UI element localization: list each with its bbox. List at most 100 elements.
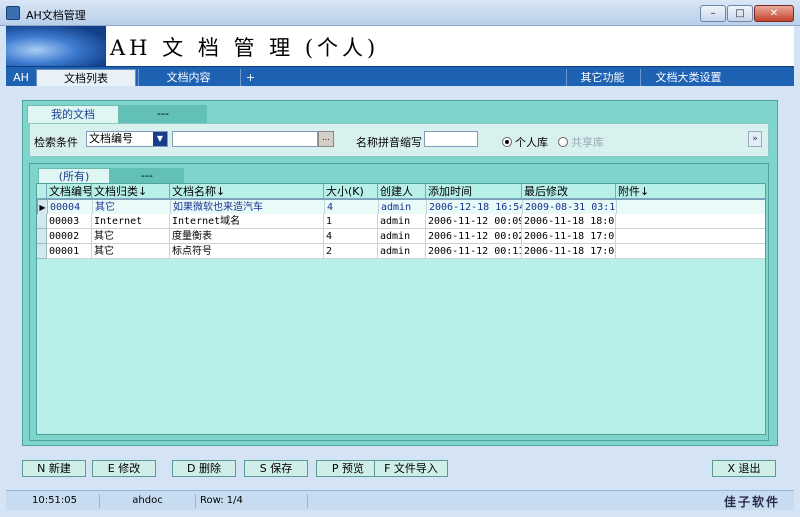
maximize-button[interactable]: □ — [727, 5, 753, 22]
row-indicator — [37, 244, 47, 259]
tab-add[interactable]: + — [240, 69, 260, 86]
header-modified[interactable]: 最后修改 — [522, 184, 616, 199]
action-bar: N 新建 E 修改 D 删除 S 保存 P 预览 F 文件导入 X 退出 — [6, 456, 794, 484]
window-controls: – □ ✕ — [700, 5, 794, 22]
tab-doc-categories[interactable]: 文档大类设置 — [640, 69, 736, 86]
save-button[interactable]: S 保存 — [244, 460, 308, 477]
cell-creator: admin — [378, 214, 426, 229]
cell-name: Internet域名 — [170, 214, 324, 229]
table-row[interactable]: ▶ 00004 其它 如果微软也来造汽车 4 admin 2006-12-18 … — [37, 199, 765, 215]
cell-size: 2 — [324, 244, 378, 259]
cell-category: 其它 — [93, 200, 171, 215]
title-bar: AH文档管理 – □ ✕ — [0, 0, 800, 26]
table-row[interactable]: 00001 其它 标点符号 2 admin 2006-11-12 00:11 2… — [37, 244, 765, 259]
cell-added: 2006-11-12 00:02 — [426, 229, 522, 244]
new-button[interactable]: N 新建 — [22, 460, 86, 477]
cell-attachment — [616, 229, 765, 244]
tab-grid-other[interactable]: --- — [110, 168, 184, 183]
import-button[interactable]: F 文件导入 — [374, 460, 448, 477]
banner-logo — [6, 26, 106, 66]
cell-creator: admin — [378, 229, 426, 244]
cell-attachment — [616, 214, 765, 229]
main-area: 我的文档 --- 检索条件 文档编号 ▼ ... 名称拼音缩写 个人库 共享库 … — [6, 86, 794, 456]
keyword-input[interactable] — [172, 131, 318, 147]
radio-selected-icon — [502, 137, 512, 147]
header-name[interactable]: 文档名称↓ — [170, 184, 324, 199]
header-attachment[interactable]: 附件↓ — [616, 184, 765, 199]
radio-shared-label: 共享库 — [571, 136, 604, 149]
app-banner: AH 文 档 管 理 (个人) — [6, 26, 794, 66]
cell-size: 4 — [325, 200, 379, 215]
search-bar: 检索条件 文档编号 ▼ ... 名称拼音缩写 个人库 共享库 » — [29, 123, 769, 157]
cell-category: 其它 — [92, 229, 170, 244]
cell-added: 2006-11-12 00:09 — [426, 214, 522, 229]
table-header: 文档编号 文档归类↓ 文档名称↓ 大小(K) 创建人 添加时间 最后修改 附件↓ — [37, 184, 765, 199]
tab-ah[interactable]: AH — [8, 69, 34, 86]
cell-attachment — [616, 244, 765, 259]
table-row[interactable]: 00003 Internet Internet域名 1 admin 2006-1… — [37, 214, 765, 229]
tab-my-docs[interactable]: 我的文档 — [27, 105, 119, 123]
cell-added: 2006-12-18 16:54 — [427, 200, 523, 215]
radio-shared[interactable]: 共享库 — [558, 134, 604, 150]
tab-doc-content[interactable]: 文档内容 — [138, 69, 238, 86]
tab-all[interactable]: (所有) — [38, 168, 110, 183]
cell-modified: 2006-11-18 17:01 — [522, 244, 616, 259]
status-row: Row: 1/4 — [198, 494, 308, 508]
cell-modified: 2006-11-18 18:01 — [522, 214, 616, 229]
main-tab-row: AH 文档列表 文档内容 + 其它功能 文档大类设置 — [6, 66, 794, 86]
header-doc-id[interactable]: 文档编号 — [47, 184, 92, 199]
condition-select[interactable]: 文档编号 ▼ — [86, 131, 168, 147]
exit-button[interactable]: X 退出 — [712, 460, 776, 477]
window-title: AH文档管理 — [26, 9, 86, 22]
table-row[interactable]: 00002 其它 度量衡表 4 admin 2006-11-12 00:02 2… — [37, 229, 765, 244]
status-time: 10:51:05 — [10, 494, 100, 508]
tab-doc-list[interactable]: 文档列表 — [36, 69, 136, 86]
status-user: ahdoc — [100, 494, 196, 508]
header-added[interactable]: 添加时间 — [426, 184, 522, 199]
cell-doc-id: 00003 — [47, 214, 92, 229]
collapse-icon[interactable]: » — [748, 131, 762, 147]
cell-modified: 2006-11-18 17:01 — [522, 229, 616, 244]
cell-name: 如果微软也来造汽车 — [171, 200, 325, 215]
close-button[interactable]: ✕ — [754, 5, 794, 22]
tab-panel-other[interactable]: --- — [119, 105, 207, 123]
documents-panel: 我的文档 --- 检索条件 文档编号 ▼ ... 名称拼音缩写 个人库 共享库 … — [22, 100, 778, 446]
header-indicator — [37, 184, 47, 199]
tab-other-functions[interactable]: 其它功能 — [566, 69, 638, 86]
cell-category: Internet — [92, 214, 170, 229]
cell-doc-id: 00004 — [48, 200, 93, 215]
banner-title: AH 文 档 管 理 (个人) — [110, 36, 380, 60]
row-indicator — [37, 214, 47, 229]
edit-button[interactable]: E 修改 — [92, 460, 156, 477]
cell-size: 1 — [324, 214, 378, 229]
cell-name: 标点符号 — [170, 244, 324, 259]
radio-personal[interactable]: 个人库 — [502, 134, 548, 150]
cell-creator: admin — [378, 244, 426, 259]
status-bar: 10:51:05 ahdoc Row: 1/4 佳子软件 — [6, 490, 794, 510]
delete-button[interactable]: D 删除 — [172, 460, 236, 477]
cell-added: 2006-11-12 00:11 — [426, 244, 522, 259]
radio-personal-label: 个人库 — [515, 136, 548, 149]
cell-size: 4 — [324, 229, 378, 244]
app-icon — [6, 6, 20, 20]
header-creator[interactable]: 创建人 — [378, 184, 426, 199]
cell-category: 其它 — [92, 244, 170, 259]
condition-select-value: 文档编号 — [89, 132, 133, 145]
pinyin-input[interactable] — [424, 131, 478, 147]
row-indicator — [37, 229, 47, 244]
row-pointer-icon: ▶ — [38, 200, 48, 215]
header-category[interactable]: 文档归类↓ — [92, 184, 170, 199]
cell-doc-id: 00001 — [47, 244, 92, 259]
header-size[interactable]: 大小(K) — [324, 184, 378, 199]
browse-button[interactable]: ... — [318, 131, 334, 147]
pinyin-label: 名称拼音缩写 — [356, 136, 422, 149]
cell-creator: admin — [379, 200, 427, 215]
chevron-down-icon[interactable]: ▼ — [153, 132, 167, 146]
cell-attachment — [617, 200, 765, 215]
brand-name: 佳子软件 — [723, 495, 780, 509]
cell-doc-id: 00002 — [47, 229, 92, 244]
condition-label: 检索条件 — [34, 136, 78, 149]
cell-modified: 2009-08-31 03:10 — [523, 200, 617, 215]
preview-button[interactable]: P 预览 — [316, 460, 380, 477]
minimize-button[interactable]: – — [700, 5, 726, 22]
